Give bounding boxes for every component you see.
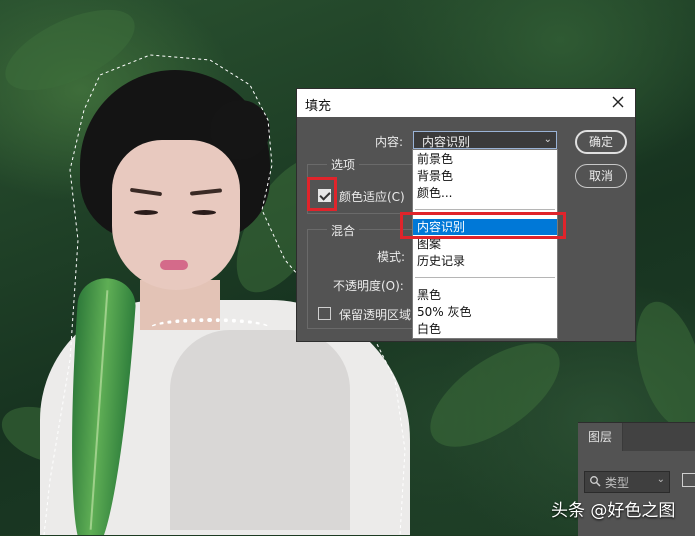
preserve-transparency-label: 保留透明区域 [339,308,412,322]
ok-button[interactable]: 确定 [575,130,627,154]
dropdown-item-history[interactable]: 历史记录 [413,253,557,269]
chevron-down-icon: ⌄ [543,134,552,145]
tab-layers[interactable]: 图层 [578,423,623,451]
options-label: 选项 [327,156,360,173]
layer-filter-label: 类型 [605,476,630,490]
close-icon[interactable] [607,91,629,113]
opacity-label: 不透明度(O): [333,279,404,293]
highlight-content-aware-annotation [400,212,566,239]
dialog-titlebar[interactable]: 填充 [297,89,635,117]
dropdown-item-gray[interactable]: 50% 灰色 [413,304,557,320]
blend-label: 混合 [327,222,360,239]
watermark: 头条 @好色之图 [551,501,676,521]
dialog-title: 填充 [305,99,332,114]
image-filter-icon[interactable] [682,473,695,487]
layer-filter-select[interactable]: 类型 ⌄ [584,471,670,493]
contents-value: 内容识别 [422,135,471,149]
contents-dropdown-list: 前景色 背景色 颜色... 内容识别 图案 历史记录 黑色 50% 灰色 白色 [412,149,558,339]
contents-select[interactable]: 内容识别 ⌄ [413,131,557,149]
color-adapt-label: 颜色适应(C) [339,190,405,204]
dropdown-item-black[interactable]: 黑色 [413,287,557,303]
dropdown-item-background[interactable]: 背景色 [413,168,557,184]
dropdown-item-color[interactable]: 颜色... [413,185,557,201]
search-icon [589,475,601,490]
highlight-checkbox-annotation [307,177,337,211]
cancel-button[interactable]: 取消 [575,164,627,188]
contents-label: 内容: [375,135,404,149]
preserve-transparency-checkbox[interactable] [318,307,331,320]
dropdown-item-white[interactable]: 白色 [413,321,557,337]
chevron-down-icon: ⌄ [656,474,665,485]
dropdown-separator [415,277,555,278]
mode-label: 模式: [377,250,406,264]
dropdown-item-foreground[interactable]: 前景色 [413,151,557,167]
dropdown-separator [415,209,555,210]
